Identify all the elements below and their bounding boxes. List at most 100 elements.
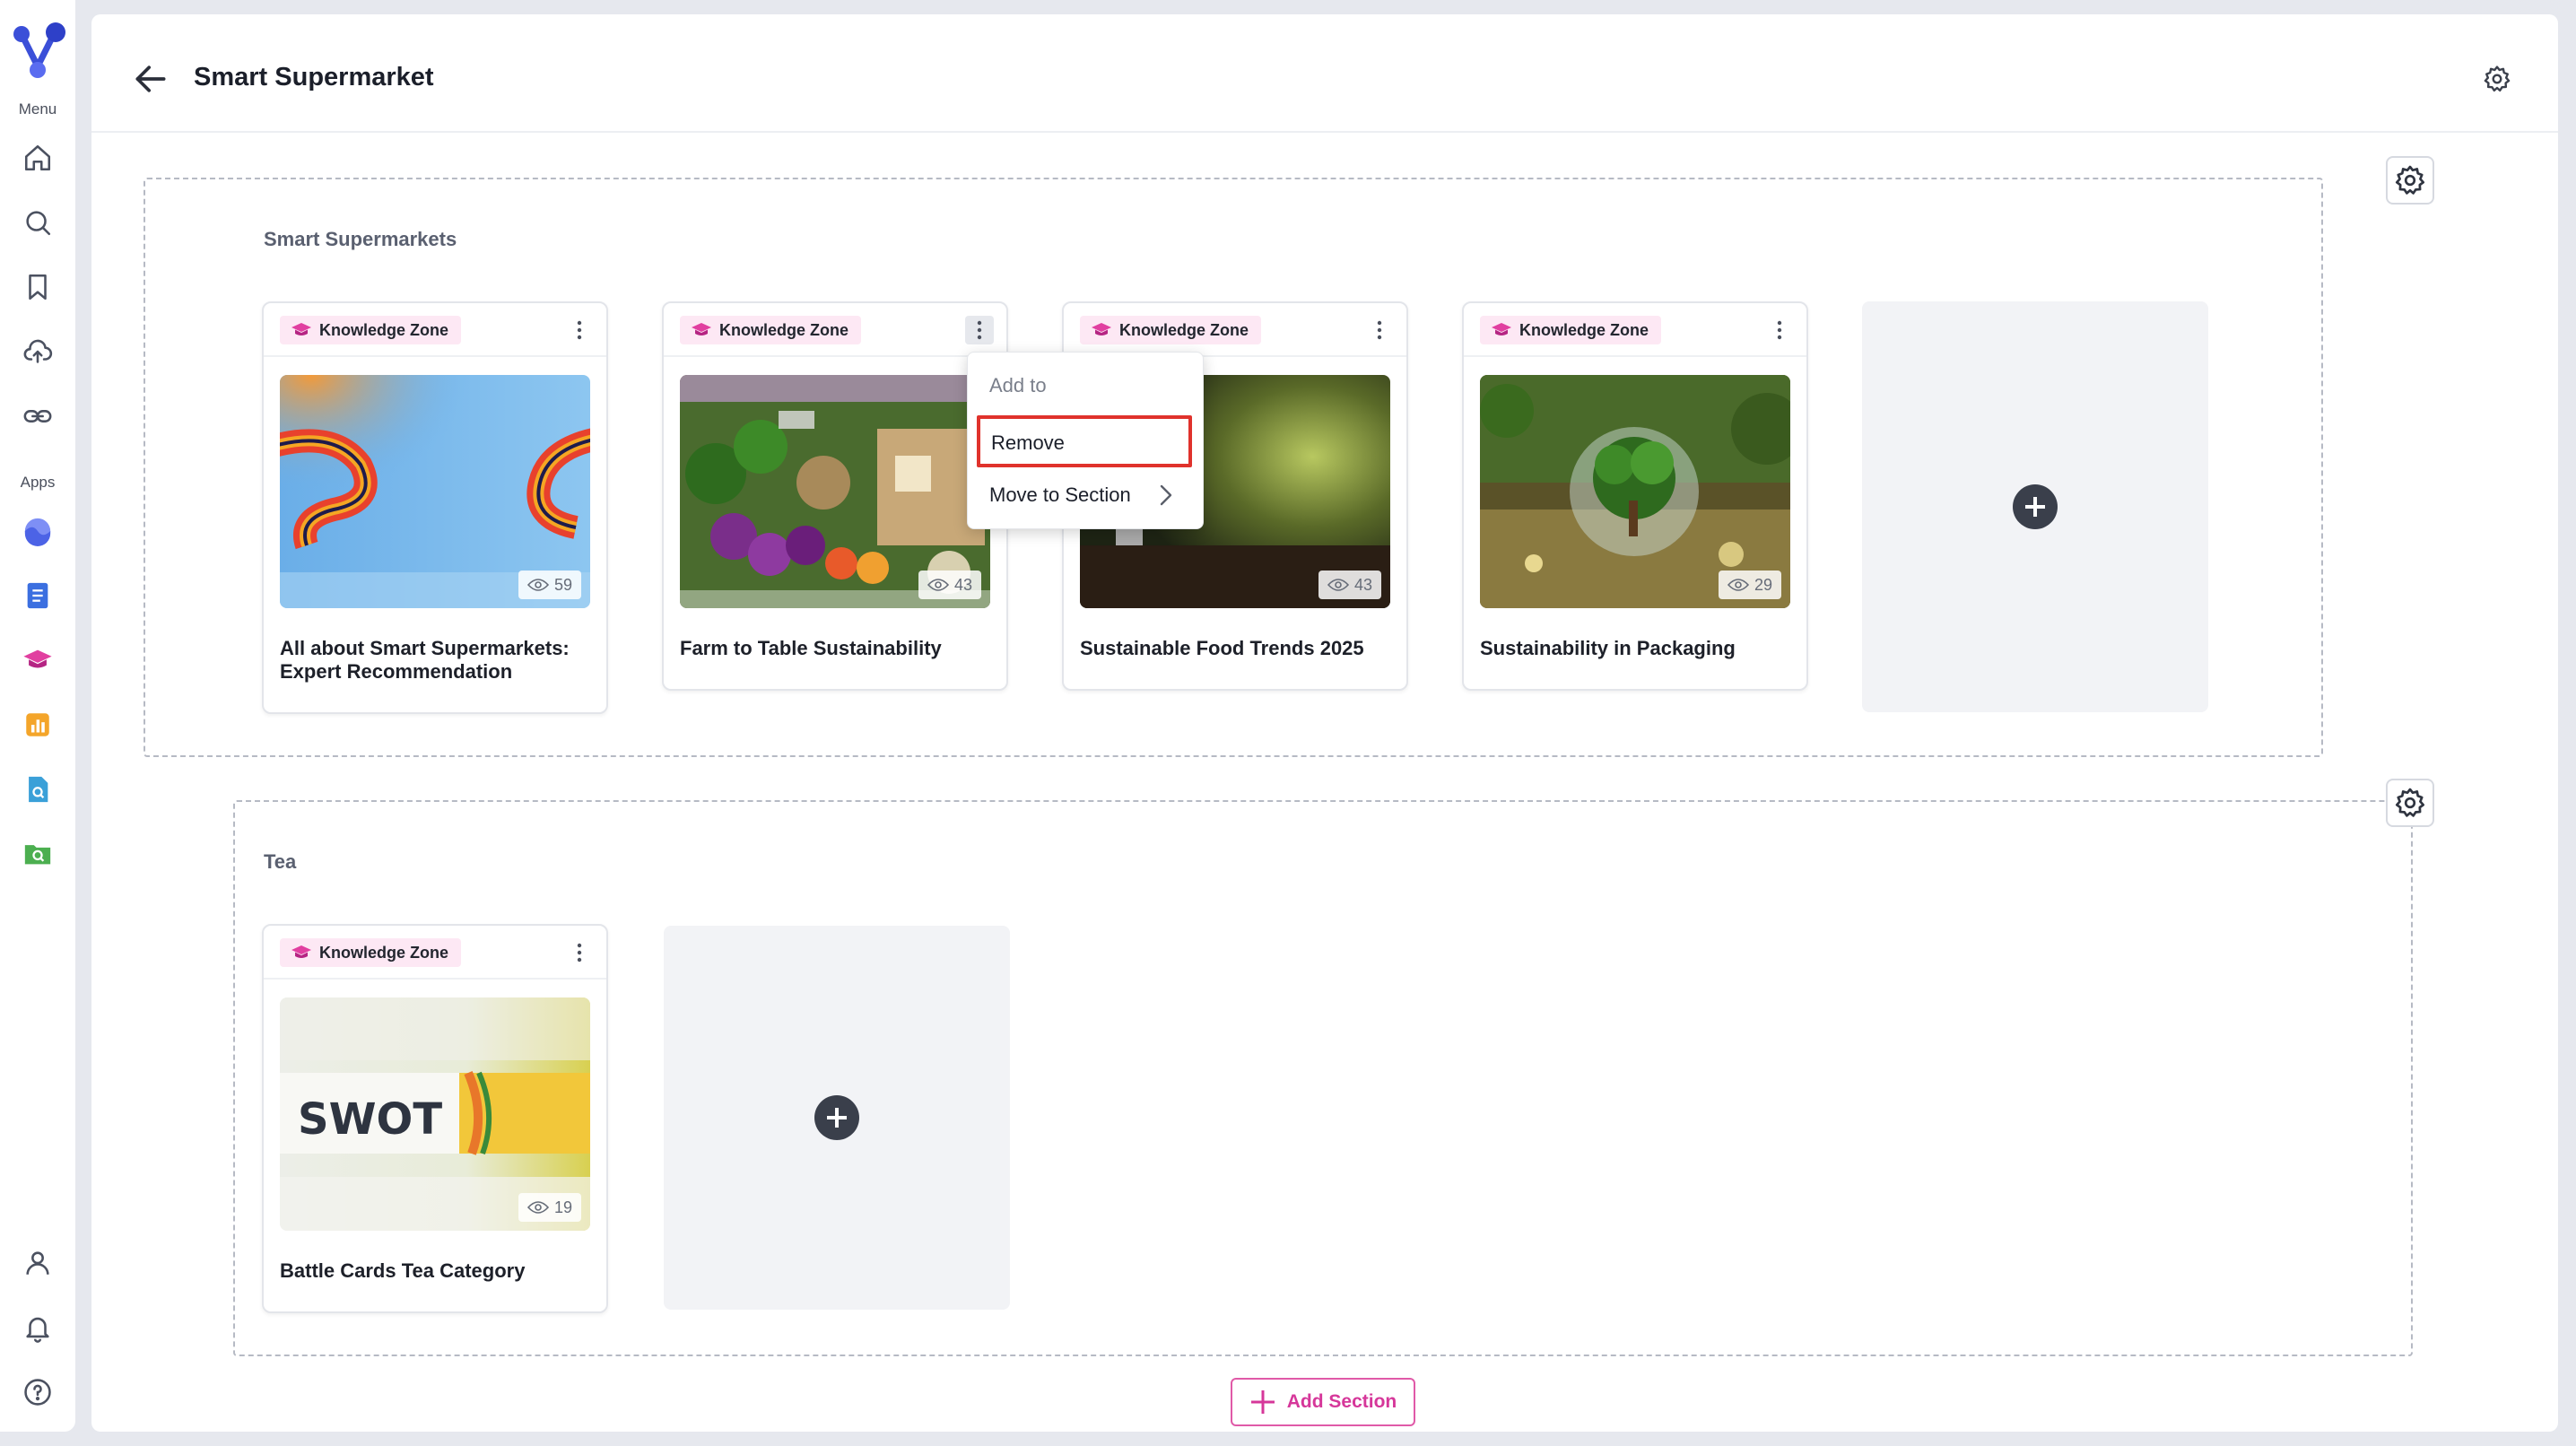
app-analytics-icon[interactable] xyxy=(16,703,59,746)
add-section-label: Add Section xyxy=(1286,1391,1397,1412)
badge-label: Knowledge Zone xyxy=(319,320,448,339)
card-context-menu: Add to Remove Move to Section xyxy=(967,352,1204,529)
card-menu-button[interactable] xyxy=(965,316,994,344)
knowledge-zone-badge: Knowledge Zone xyxy=(280,316,461,344)
card-header: Knowledge Zone xyxy=(664,303,1006,357)
card-menu-button[interactable] xyxy=(565,938,594,967)
more-vertical-icon xyxy=(577,320,582,340)
menu-item-add-to[interactable]: Add to xyxy=(968,374,1205,397)
view-count: 43 xyxy=(918,571,981,599)
content-card[interactable]: Knowledge Zone SWOT 19 Battle Cards Tea … xyxy=(262,924,608,1313)
link-icon[interactable] xyxy=(16,395,59,438)
app-folder-search-icon[interactable] xyxy=(16,832,59,875)
card-menu-button[interactable] xyxy=(1365,316,1394,344)
content-card[interactable]: Knowledge Zone 59 All about Smart Superm… xyxy=(262,301,608,714)
app-document-icon[interactable] xyxy=(16,574,59,617)
bookmark-icon[interactable] xyxy=(16,266,59,309)
menu-label: Menu xyxy=(18,100,57,118)
eye-icon xyxy=(527,579,549,591)
graduation-cap-icon xyxy=(292,945,311,958)
sidebar: Menu Apps xyxy=(0,0,75,1432)
add-content-tile[interactable] xyxy=(1862,301,2208,712)
plus-circle-icon xyxy=(2013,484,2058,529)
section-settings-button[interactable] xyxy=(2386,779,2434,827)
plus-icon xyxy=(1250,1390,1275,1414)
badge-label: Knowledge Zone xyxy=(1119,320,1249,339)
card-thumbnail: 29 xyxy=(1480,375,1790,608)
eye-icon xyxy=(527,1201,549,1214)
view-count: 19 xyxy=(518,1193,581,1222)
badge-label: Knowledge Zone xyxy=(719,320,849,339)
view-count-value: 43 xyxy=(1353,575,1372,594)
swot-text: SWOT xyxy=(298,1094,442,1145)
graduation-cap-icon xyxy=(1092,323,1111,335)
eye-icon xyxy=(1727,579,1749,591)
chevron-right-icon xyxy=(1160,484,1171,506)
card-header: Knowledge Zone xyxy=(264,926,606,980)
graduation-cap-icon xyxy=(292,323,311,335)
apps-label: Apps xyxy=(20,474,56,491)
menu-item-move-to-section[interactable]: Move to Section xyxy=(968,483,1205,507)
section-settings-button[interactable] xyxy=(2386,156,2434,205)
settings-button[interactable] xyxy=(2483,65,2511,93)
card-title[interactable]: Sustainability in Packaging xyxy=(1480,637,1794,660)
add-content-tile[interactable] xyxy=(664,926,1010,1310)
add-section-button[interactable]: Add Section xyxy=(1231,1378,1415,1426)
page-title: Smart Supermarket xyxy=(194,63,434,91)
bell-icon[interactable] xyxy=(16,1306,59,1349)
arrow-left-icon xyxy=(135,65,166,92)
more-vertical-icon xyxy=(1777,320,1782,340)
gear-icon xyxy=(2395,788,2425,817)
badge-label: Knowledge Zone xyxy=(1519,320,1649,339)
card-title[interactable]: All about Smart Supermarkets: Expert Rec… xyxy=(280,637,594,684)
gear-icon xyxy=(2484,65,2511,91)
more-vertical-icon xyxy=(577,943,582,963)
knowledge-zone-badge: Knowledge Zone xyxy=(1080,316,1261,344)
menu-item-remove[interactable]: Remove xyxy=(977,415,1192,467)
content-card[interactable]: Knowledge Zone 43 Farm to Table Sustaina… xyxy=(662,301,1008,691)
section-title: Smart Supermarkets xyxy=(264,228,457,250)
eye-icon xyxy=(1327,579,1349,591)
knowledge-zone-badge: Knowledge Zone xyxy=(280,938,461,967)
card-menu-button[interactable] xyxy=(565,316,594,344)
logo-icon xyxy=(13,22,65,78)
gear-icon xyxy=(2395,165,2425,195)
knowledge-zone-badge: Knowledge Zone xyxy=(1480,316,1661,344)
knowledge-zone-badge: Knowledge Zone xyxy=(680,316,861,344)
top-bar: Smart Supermarket xyxy=(91,14,2558,133)
upload-cloud-icon[interactable] xyxy=(16,330,59,373)
home-icon[interactable] xyxy=(16,136,59,179)
graduation-cap-icon xyxy=(1492,323,1511,335)
graduation-cap-icon xyxy=(692,323,711,335)
search-icon[interactable] xyxy=(16,201,59,244)
card-header: Knowledge Zone xyxy=(1064,303,1406,357)
card-title[interactable]: Battle Cards Tea Category xyxy=(280,1259,594,1283)
card-header: Knowledge Zone xyxy=(1464,303,1806,357)
card-thumbnail: SWOT 19 xyxy=(280,997,590,1231)
menu-item-label: Move to Section xyxy=(989,483,1131,506)
app-logo[interactable] xyxy=(9,20,66,84)
card-menu-button[interactable] xyxy=(1765,316,1794,344)
view-count-value: 59 xyxy=(553,575,572,594)
eye-icon xyxy=(927,579,949,591)
more-vertical-icon xyxy=(1377,320,1382,340)
back-button[interactable] xyxy=(131,59,170,99)
view-count: 29 xyxy=(1718,571,1781,599)
content-card[interactable]: Knowledge Zone 29 Sustainability in Pack… xyxy=(1462,301,1808,691)
user-icon[interactable] xyxy=(16,1241,59,1285)
app-knowledge-zone-icon[interactable] xyxy=(16,639,59,682)
card-thumbnail: 43 xyxy=(680,375,990,608)
app-wave-icon[interactable] xyxy=(16,510,59,553)
view-count-value: 43 xyxy=(953,575,972,594)
card-header: Knowledge Zone xyxy=(264,303,606,357)
card-title[interactable]: Sustainable Food Trends 2025 xyxy=(1080,637,1394,660)
card-thumbnail: 59 xyxy=(280,375,590,608)
app-file-search-icon[interactable] xyxy=(16,768,59,811)
badge-label: Knowledge Zone xyxy=(319,943,448,962)
more-vertical-icon xyxy=(977,320,982,340)
view-count: 43 xyxy=(1318,571,1381,599)
view-count: 59 xyxy=(518,571,581,599)
card-title[interactable]: Farm to Table Sustainability xyxy=(680,637,994,660)
section-title: Tea xyxy=(264,850,297,873)
help-icon[interactable] xyxy=(16,1371,59,1414)
